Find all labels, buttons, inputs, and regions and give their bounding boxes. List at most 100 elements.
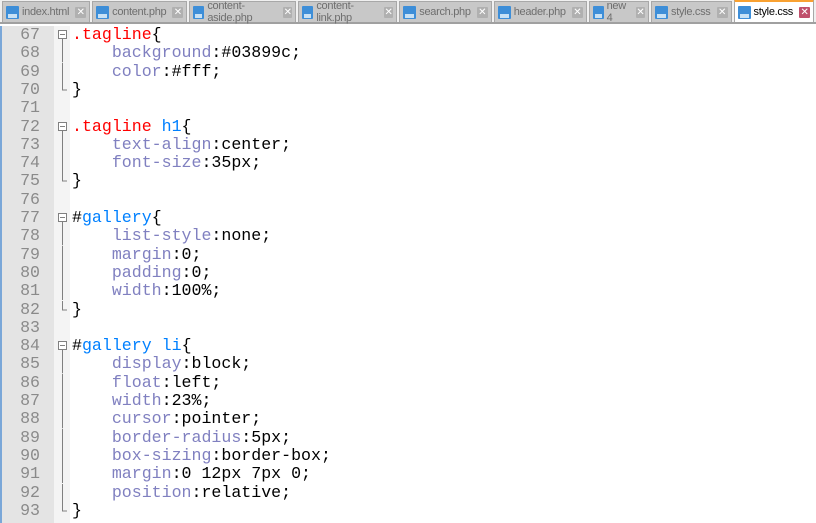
- code-line[interactable]: 83: [2, 317, 816, 337]
- code-line[interactable]: 79 margin:0;: [2, 245, 816, 264]
- tab-label: search.php: [419, 6, 471, 18]
- code-line[interactable]: 73 text-align:center;: [2, 134, 816, 155]
- code-line[interactable]: 87 width:23%;: [2, 391, 816, 411]
- tab-label: header.php: [513, 6, 566, 18]
- code-line[interactable]: 92 position:relative;: [2, 483, 816, 502]
- tab-label: index.html: [22, 6, 70, 18]
- fold-line: [62, 135, 63, 155]
- code-line[interactable]: 74 font-size:35px;: [2, 153, 816, 173]
- code-text: cursor:pointer;: [72, 410, 261, 428]
- tab-style-css[interactable]: style.css ✕: [733, 0, 814, 22]
- token-id: gallery: [81, 208, 152, 227]
- token-val: :left;: [161, 372, 222, 392]
- code-line[interactable]: 75}: [2, 171, 816, 191]
- token-prop: border-radius: [72, 427, 242, 447]
- tab-header-php[interactable]: header.php ✕: [493, 1, 587, 22]
- line-number: 76: [20, 189, 40, 209]
- token-sel: .tagline: [72, 116, 152, 136]
- code-line[interactable]: 70}: [2, 80, 816, 99]
- fold-line: [62, 154, 63, 173]
- token-val: :100%;: [161, 281, 222, 301]
- line-number: 71: [20, 98, 40, 118]
- token-val: :0;: [181, 262, 212, 282]
- code-line[interactable]: 67 .tagline{: [2, 25, 816, 45]
- code-line[interactable]: 72 .tagline h1{: [2, 116, 816, 136]
- fold-line: [62, 428, 63, 447]
- code-line[interactable]: 88 cursor:pointer;: [2, 409, 816, 429]
- close-icon[interactable]: ✕: [716, 6, 728, 18]
- code-line[interactable]: 89 border-radius:5px;: [2, 427, 816, 447]
- token-prop: width: [72, 391, 162, 410]
- file-saved-icon: [403, 5, 417, 19]
- tab-content-link-php[interactable]: content-link.php ✕: [298, 0, 398, 24]
- code-line[interactable]: 71: [2, 98, 816, 118]
- fold-collapse-icon[interactable]: [58, 209, 67, 228]
- code-text: text-align:center;: [72, 134, 291, 154]
- token-val: :#03899c;: [211, 43, 302, 63]
- code-line[interactable]: 85 display:block;: [2, 354, 816, 374]
- tab-style-css[interactable]: style.css ✕: [651, 1, 732, 22]
- token-id: h1: [151, 116, 182, 136]
- close-icon[interactable]: ✕: [799, 6, 810, 18]
- tab-content-php[interactable]: content.php ✕: [92, 1, 188, 22]
- tab-label: style.css: [671, 6, 711, 18]
- line-number: 83: [20, 317, 40, 337]
- token-p: #: [72, 208, 82, 227]
- token-p: #: [72, 336, 82, 356]
- token-prop: padding: [72, 262, 182, 282]
- close-icon[interactable]: ✕: [383, 6, 394, 18]
- fold-line: [62, 373, 63, 392]
- line-number: 86: [20, 372, 40, 392]
- close-icon[interactable]: ✕: [283, 6, 293, 18]
- code-line[interactable]: 86 float:left;: [2, 372, 816, 392]
- code-line[interactable]: 93}: [2, 500, 816, 520]
- line-number: 93: [20, 500, 40, 520]
- token-val: :0 12px 7px 0;: [171, 464, 312, 484]
- line-number: 68: [20, 43, 40, 63]
- line-number: 89: [20, 427, 40, 447]
- line-number: 77: [20, 208, 40, 227]
- code-line[interactable]: 78 list-style:none;: [2, 226, 816, 246]
- code-line[interactable]: 90 box-sizing:border-box;: [2, 446, 816, 466]
- token-prop: width: [72, 281, 162, 301]
- code-line[interactable]: 76: [2, 189, 816, 209]
- code-editor[interactable]: 67 .tagline{68 background:#03899c; 69 colo…: [0, 25, 816, 523]
- line-number: 80: [20, 262, 40, 282]
- tab-new-4[interactable]: new 4 ✕: [588, 0, 650, 24]
- close-icon[interactable]: ✕: [75, 6, 87, 18]
- token-id: gallery li: [81, 336, 182, 356]
- line-number: 81: [20, 281, 40, 301]
- code-line[interactable]: 69 color:#fff;: [2, 61, 816, 81]
- code-line[interactable]: 81 width:100%;: [2, 281, 816, 301]
- code-text: position:relative;: [72, 483, 291, 502]
- code-line[interactable]: 68 background:#03899c;: [2, 43, 816, 63]
- token-prop: list-style: [72, 226, 212, 246]
- code-text: background:#03899c;: [72, 44, 301, 62]
- line-number: 78: [20, 226, 40, 246]
- tab-index-html[interactable]: index.html ✕: [2, 1, 91, 22]
- fold-collapse-icon[interactable]: [58, 26, 67, 45]
- close-icon[interactable]: ✕: [476, 6, 488, 18]
- fold-collapse-icon[interactable]: [58, 337, 67, 356]
- code-text: margin:0;: [72, 245, 202, 264]
- code-line[interactable]: 91 margin:0 12px 7px 0;: [2, 464, 816, 484]
- fold-collapse-icon[interactable]: [58, 118, 67, 136]
- close-icon[interactable]: ✕: [571, 6, 583, 18]
- token-prop: text-align: [72, 134, 212, 154]
- token-val: :#fff;: [161, 61, 222, 81]
- code-line[interactable]: 77 #gallery{: [2, 208, 816, 228]
- tab-content-aside-php[interactable]: content-aside.php ✕: [189, 0, 297, 24]
- code-line[interactable]: 80 padding:0;: [2, 262, 816, 283]
- code-line[interactable]: 84 #gallery li{: [2, 336, 816, 356]
- fold-line: [62, 355, 63, 374]
- close-icon[interactable]: ✕: [172, 6, 184, 18]
- fold-line: [62, 483, 63, 502]
- code-line[interactable]: 82}: [2, 300, 816, 319]
- token-val: :pointer;: [171, 409, 262, 429]
- code-text: }: [72, 80, 82, 99]
- tab-search-php[interactable]: search.php ✕: [399, 1, 492, 22]
- line-number: 67: [20, 25, 40, 44]
- line-number: 75: [20, 171, 40, 191]
- close-icon[interactable]: ✕: [635, 6, 646, 18]
- token-prop: display: [72, 354, 182, 374]
